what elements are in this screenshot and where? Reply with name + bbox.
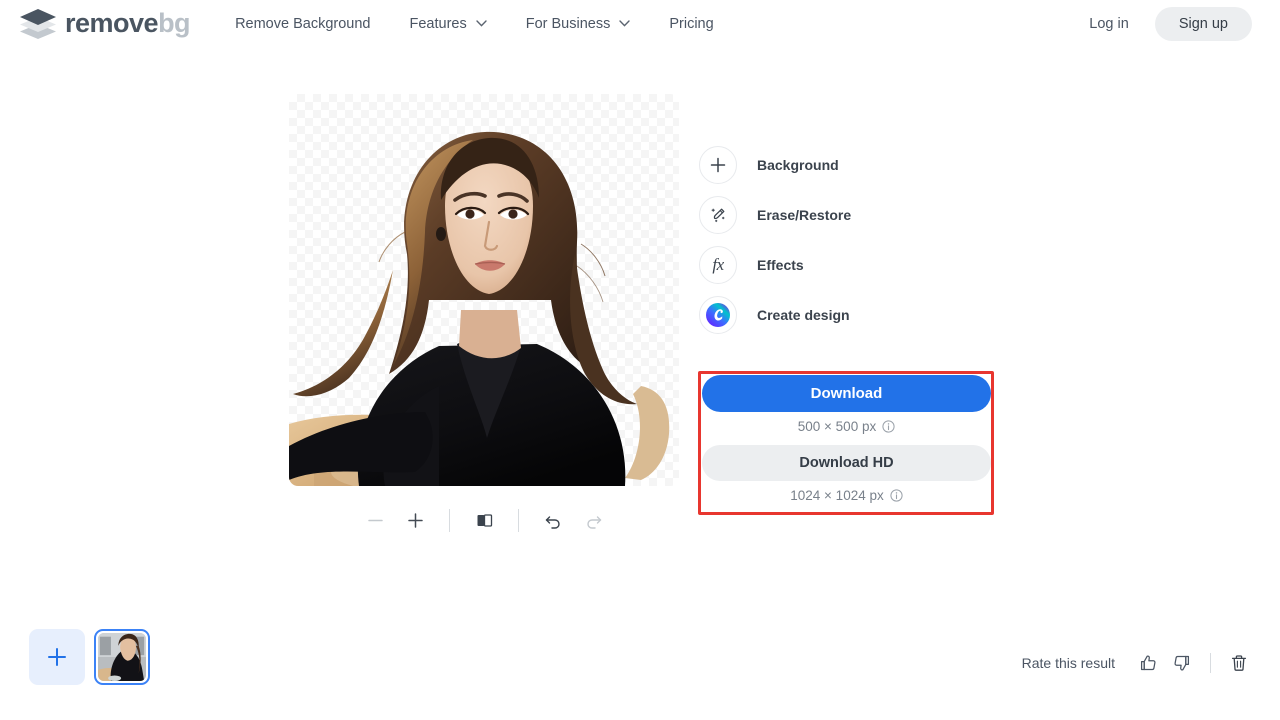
download-section: Download 500 × 500 px Download HD 1024 ×… [702,375,991,509]
toolbar-divider [518,508,519,532]
logo-wordmark: removebg [65,8,191,38]
redo-button[interactable] [573,501,613,539]
top-navigation-bar: removebg Remove Background Features For … [0,0,1280,47]
nav-item-pricing[interactable]: Pricing [669,10,713,38]
thumbs-up-button[interactable] [1131,646,1165,680]
header-account-actions: Log in Sign up [1089,0,1252,47]
nav-label: Pricing [669,15,714,32]
result-image [289,131,670,486]
chevron-down-icon [476,20,487,27]
thumbs-down-icon [1174,655,1190,671]
nav-label: For Business [525,15,611,32]
thumbs-up-icon [1140,655,1156,671]
nav-label: Features [409,15,467,32]
logo-text-remove: remove [65,8,159,38]
info-circle-icon[interactable] [882,419,895,433]
image-canvas[interactable] [289,94,679,486]
delete-image-button[interactable] [1222,646,1256,680]
canvas-zoom-toolbar [289,500,679,540]
plus-icon [699,146,737,184]
toolbar-divider [449,508,450,532]
tool-erase-restore[interactable]: Erase/Restore [699,190,1009,240]
editor-tools-panel: Background Erase/Restore fx Effects Crea… [699,140,1009,340]
tool-background[interactable]: Background [699,140,1009,190]
plus-icon [407,512,423,528]
trash-icon [1231,655,1247,671]
logo-text-bg: bg [158,8,191,38]
layers-diamond-icon [20,8,56,39]
tool-label: Erase/Restore [757,207,852,223]
sign-up-button[interactable]: Sign up [1154,6,1252,41]
main-nav: Remove Background Features For Business … [235,10,714,38]
chevron-down-icon [619,20,631,27]
logo-home-link[interactable]: removebg [16,7,191,41]
zoom-out-button[interactable] [355,501,395,539]
canva-logo-icon [699,296,737,334]
nav-label: Remove Background [235,15,371,32]
undo-button[interactable] [533,501,573,539]
rate-bar-divider [1210,653,1211,673]
tool-label: Create design [757,307,850,323]
undo-arrow-icon [545,515,560,529]
zoom-in-button[interactable] [395,501,435,539]
split-compare-icon [477,513,492,527]
redo-arrow-icon [586,515,601,529]
plus-icon [48,648,66,666]
tool-label: Effects [757,257,804,273]
download-button[interactable]: Download [702,375,991,412]
fx-icon: fx [699,246,737,284]
tool-create-design[interactable]: Create design [699,290,1009,340]
nav-item-for-business[interactable]: For Business [526,10,631,38]
thumbnail-preview [98,633,146,681]
log-in-link[interactable]: Log in [1089,16,1129,32]
download-hd-resolution-label: 1024 × 1024 px [790,487,884,503]
nav-item-features[interactable]: Features [409,10,487,38]
download-hd-button[interactable]: Download HD [702,445,991,481]
download-resolution-row: 500 × 500 px [702,412,991,440]
image-thumbnail-item[interactable] [94,629,150,685]
nav-item-remove-background[interactable]: Remove Background [235,10,370,38]
fx-glyph: fx [712,255,724,274]
thumbnail-image [98,633,146,681]
minus-icon [367,519,383,521]
magic-brush-icon [699,196,737,234]
info-circle-icon[interactable] [890,488,903,502]
download-resolution-label: 500 × 500 px [797,418,877,434]
compare-toggle-button[interactable] [464,501,504,539]
tool-label: Background [757,157,839,173]
rate-result-bar: Rate this result [1022,646,1256,680]
tool-effects[interactable]: fx Effects [699,240,1009,290]
thumbs-down-button[interactable] [1165,646,1199,680]
download-hd-resolution-row: 1024 × 1024 px [702,481,991,509]
rate-result-label: Rate this result [1021,655,1115,671]
add-image-button[interactable] [29,629,85,685]
